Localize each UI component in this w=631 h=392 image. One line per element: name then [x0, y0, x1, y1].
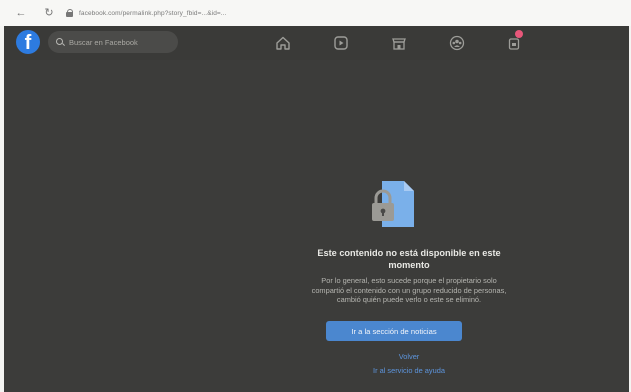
search-icon — [56, 37, 65, 47]
facebook-page: f Este conten — [4, 26, 629, 392]
facebook-logo[interactable]: f — [16, 30, 40, 54]
unavailable-title-line1: Este contenido no está disponible en est… — [317, 248, 501, 258]
address-bar-url[interactable]: facebook.com/permalink.php?story_fbid=..… — [79, 10, 227, 17]
reload-icon[interactable]: ↻ — [42, 6, 56, 20]
marketplace-icon[interactable] — [390, 34, 408, 52]
go-to-news-feed-button[interactable]: Ir a la sección de noticias — [326, 321, 462, 341]
gaming-icon[interactable] — [506, 30, 524, 52]
unavailable-description-line1: Por lo general, esto sucede porque el pr… — [321, 276, 497, 285]
back-arrow-icon[interactable]: ← — [14, 6, 28, 20]
secure-lock-icon — [66, 9, 73, 17]
unavailable-title-line2: momento — [388, 260, 430, 270]
help-center-link[interactable]: Ir al servicio de ayuda — [294, 366, 524, 375]
unavailable-description: Por lo general, esto sucede porque el pr… — [294, 276, 524, 305]
search-box[interactable] — [48, 31, 178, 53]
watch-icon[interactable] — [332, 34, 350, 52]
browser-toolbar: ← ↻ facebook.com/permalink.php?story_fbi… — [0, 0, 631, 26]
unavailable-title: Este contenido no está disponible en est… — [294, 247, 524, 271]
unavailable-description-line2: compartió el contenido con un grupo redu… — [311, 285, 507, 295]
unavailable-description-line3: cambió quién puede verlo o este se elimi… — [336, 295, 482, 304]
home-icon[interactable] — [274, 34, 292, 52]
back-link[interactable]: Volver — [294, 352, 524, 361]
groups-icon[interactable] — [448, 34, 466, 52]
notification-badge — [515, 30, 523, 38]
search-input[interactable] — [69, 37, 169, 47]
locked-content-icon — [366, 179, 418, 233]
facebook-top-nav: f — [4, 26, 629, 60]
